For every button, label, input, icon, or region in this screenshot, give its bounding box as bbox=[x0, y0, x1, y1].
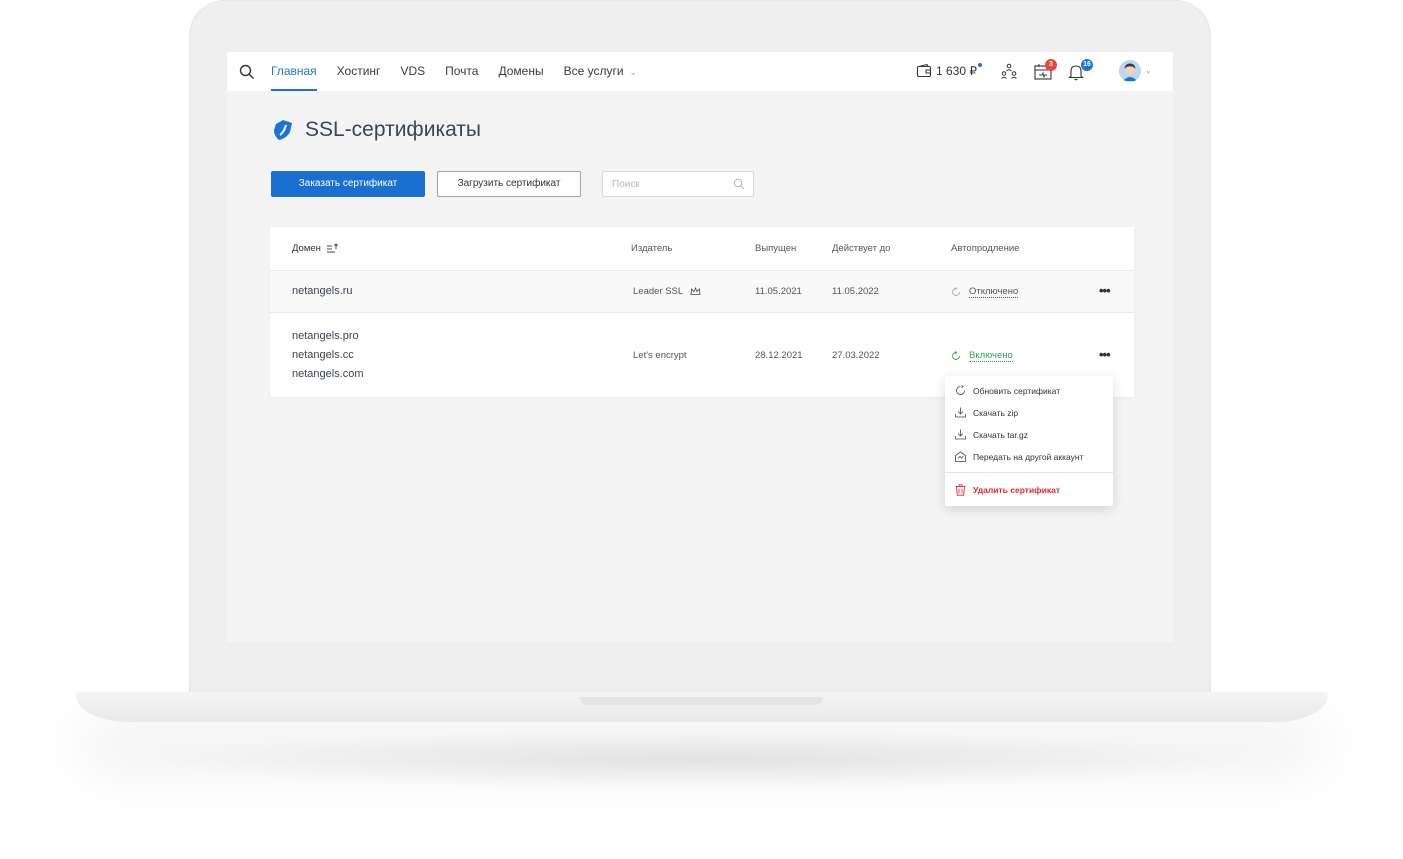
laptop-notch bbox=[580, 697, 823, 705]
issuer-name: Leader SSL bbox=[633, 286, 683, 297]
table-row[interactable]: netangels.ru Leader SSL 11.05.2021 11.05… bbox=[270, 270, 1134, 313]
refresh-icon bbox=[956, 385, 965, 395]
page-title-block: SSL-сертификаты bbox=[271, 118, 481, 142]
issuer-cell: Leader SSL bbox=[633, 286, 701, 297]
autorenew-icon bbox=[952, 351, 960, 360]
calendar-badge: 3 bbox=[1045, 59, 1057, 71]
ssl-shield-icon bbox=[274, 120, 292, 140]
laptop-shadow bbox=[140, 730, 1260, 790]
search-icon[interactable] bbox=[733, 178, 745, 190]
top-bar: Главная Хостинг VDS Почта Домены Все усл… bbox=[227, 52, 1173, 91]
autorenew-toggle[interactable]: Включено bbox=[951, 350, 1013, 362]
menu-item-download-zip-label: Скачать zip bbox=[973, 407, 1019, 418]
screen: Главная Хостинг VDS Почта Домены Все усл… bbox=[227, 52, 1173, 642]
domain-name: netangels.com bbox=[292, 368, 364, 380]
avatar-chevron-icon[interactable]: ⌄ bbox=[1145, 66, 1152, 75]
autorenew-toggle[interactable]: Отключено bbox=[951, 286, 1019, 298]
issued-date: 11.05.2021 bbox=[755, 286, 802, 297]
menu-item-download-targz[interactable]: Скачать tar.gz bbox=[955, 429, 1028, 440]
notifications-badge: 16 bbox=[1081, 59, 1093, 71]
menu-item-transfer-label: Передать на другой аккаунт bbox=[973, 451, 1084, 462]
menu-item-renew-label: Обновить сертификат bbox=[973, 385, 1061, 396]
balance[interactable]: 1 630 ₽ bbox=[916, 63, 982, 79]
transfer-icon bbox=[955, 451, 966, 462]
more-icon[interactable]: ••• bbox=[1099, 347, 1111, 362]
menu-item-transfer[interactable]: Передать на другой аккаунт bbox=[955, 451, 1083, 462]
nav-item-vds[interactable]: VDS bbox=[400, 52, 425, 91]
search-field[interactable] bbox=[602, 171, 754, 197]
order-certificate-button[interactable]: Заказать сертификат bbox=[271, 171, 425, 197]
certificates-table: Домен Издатель Выпущен Действует до Авто… bbox=[270, 227, 1134, 397]
menu-item-download-targz-label: Скачать tar.gz bbox=[973, 429, 1029, 440]
domain-name: netangels.pro bbox=[292, 330, 359, 342]
main-nav: Главная Хостинг VDS Почта Домены Все усл… bbox=[271, 52, 657, 91]
avatar[interactable] bbox=[1119, 60, 1141, 82]
autorenew-status: Отключено bbox=[969, 286, 1019, 298]
valid-until-date: 27.03.2022 bbox=[832, 350, 880, 361]
menu-item-renew[interactable]: Обновить сертификат bbox=[955, 385, 1060, 396]
chevron-down-icon: ⌄ bbox=[629, 67, 638, 77]
balance-dot bbox=[978, 63, 982, 67]
wallet-icon bbox=[916, 63, 932, 78]
trash-icon bbox=[955, 484, 966, 496]
menu-divider bbox=[945, 472, 1113, 473]
column-header-domain[interactable]: Домен bbox=[292, 243, 339, 254]
column-header-autorenew: Автопродление bbox=[951, 243, 1020, 254]
nav-item-domains[interactable]: Домены bbox=[498, 52, 543, 91]
avatar-image bbox=[1119, 60, 1141, 82]
download-icon bbox=[955, 429, 966, 440]
balance-amount: 1 630 ₽ bbox=[936, 63, 982, 78]
domain-name: netangels.cc bbox=[292, 349, 354, 361]
sort-icon[interactable] bbox=[326, 243, 339, 253]
crown-icon bbox=[691, 286, 701, 295]
menu-item-delete-label: Удалить сертификат bbox=[973, 485, 1060, 495]
row-actions-menu: Обновить сертификат Скачать zip Скачать … bbox=[945, 376, 1113, 506]
issuer-name: Let's encrypt bbox=[633, 350, 687, 361]
nav-item-home[interactable]: Главная bbox=[271, 52, 317, 91]
valid-until-date: 11.05.2022 bbox=[832, 286, 879, 297]
menu-item-download-zip[interactable]: Скачать zip bbox=[955, 407, 1018, 418]
search-icon[interactable] bbox=[239, 64, 255, 80]
autorenew-status: Включено bbox=[969, 350, 1013, 362]
nav-item-mail[interactable]: Почта bbox=[445, 52, 478, 91]
more-icon[interactable]: ••• bbox=[1099, 283, 1111, 298]
balance-value: 1 630 ₽ bbox=[936, 64, 977, 78]
page-title: SSL-сертификаты bbox=[305, 118, 482, 141]
column-header-domain-label: Домен bbox=[292, 243, 321, 254]
nav-item-hosting[interactable]: Хостинг bbox=[337, 52, 381, 91]
search-input[interactable] bbox=[603, 172, 723, 196]
issued-date: 28.12.2021 bbox=[755, 350, 803, 361]
download-icon bbox=[955, 407, 966, 418]
nav-item-all-services[interactable]: Все услуги ⌄ bbox=[564, 52, 638, 91]
column-header-valid-until: Действует до bbox=[832, 243, 891, 254]
menu-item-delete[interactable]: Удалить сертификат bbox=[955, 484, 1060, 496]
column-header-issuer: Издатель bbox=[631, 243, 673, 254]
upload-certificate-button[interactable]: Загрузить сертификат bbox=[437, 171, 581, 197]
autorenew-icon bbox=[952, 287, 960, 296]
column-header-issued: Выпущен bbox=[755, 243, 797, 254]
team-icon[interactable] bbox=[999, 62, 1019, 82]
domain-name: netangels.ru bbox=[292, 285, 353, 297]
nav-item-all-services-label: Все услуги bbox=[563, 64, 624, 78]
